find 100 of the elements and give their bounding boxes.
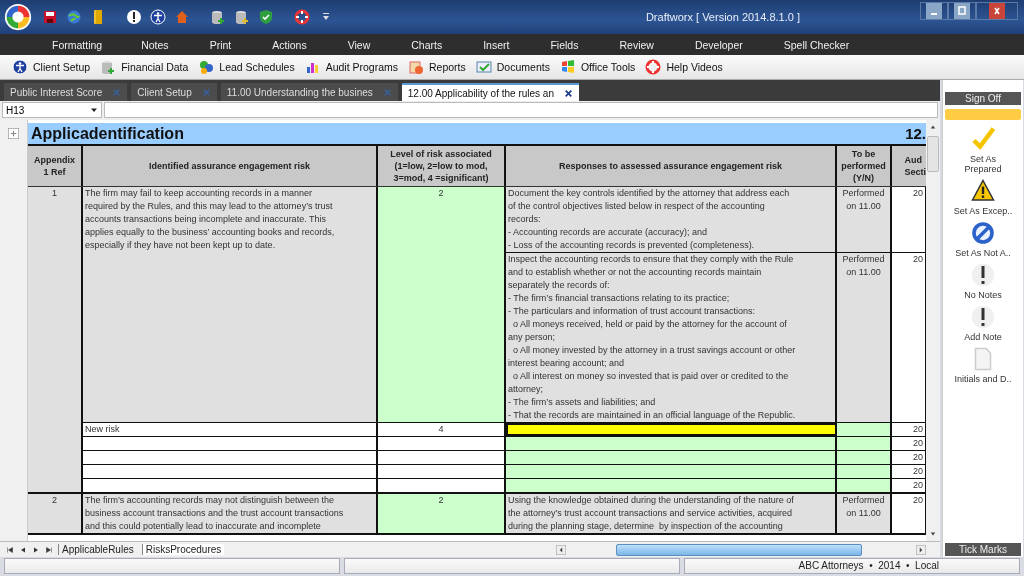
first-sheet-icon[interactable] [6, 545, 14, 554]
table-cell[interactable]: Document the key controls identified by the attorney that address each of the control objectives listed below in respect of the accounting records: - Accounting records are accurate (accuracy); and - Loss of the accounting records is prevented (completeness). [506, 187, 837, 252]
person-icon[interactable] [150, 9, 166, 25]
toolbar-button[interactable]: Office Tools [559, 59, 636, 75]
document-tab[interactable]: 12.00 Applicability of the rules an [401, 83, 579, 101]
panel-footer: Tick Marks [945, 543, 1021, 556]
minimize-button[interactable] [920, 2, 948, 20]
menu-item[interactable]: Developer [694, 38, 756, 51]
table-cell: 2 [378, 187, 506, 422]
table-cell[interactable]: Inspect the accounting records to ensure that they comply with the Rule and to establish whether or not the accounting records maintain separately the records of: - The firm’s financial transactions relating to its practice; - The particulars and information of trust account transactions: o All moneys received, held or paid by the attorney for the account of any person; o All money invested by the attorney in a trust savings account or other interest bearing account; and o All interest on money so invested that is paid over or credited to the attorney; - The firm’s assets and liabilities; and - That the records are maintained in an official language of the Republic. [506, 253, 837, 422]
sheet-title: Applicadentification [31, 124, 184, 143]
sign-off-action[interactable]: Add Note [943, 305, 1023, 342]
toolbar-button[interactable]: Financial Data [100, 59, 189, 75]
scroll-right-icon[interactable] [916, 544, 926, 555]
column-header: Aud Secti [903, 154, 926, 179]
table-cell[interactable] [506, 437, 837, 450]
toolbar-button[interactable]: Lead Schedules [198, 59, 295, 75]
table-cell: The firm’s accounting records may not distinguish between the business account transactions and the trust account transactions and this could potentially lead to inaccurate and incomplete [83, 494, 378, 533]
sheet-tab[interactable]: RisksProcedures [141, 544, 225, 555]
table-cell[interactable]: Using the knowledge obtained during the understanding of the nature of the attorney’s trust account transactions and service activities, acquired during the planning stage, determine by inspection of the accounting [506, 494, 837, 533]
close-icon [564, 88, 573, 98]
app-logo-icon[interactable] [4, 3, 32, 31]
globe-icon[interactable] [66, 9, 82, 25]
save-icon[interactable] [42, 9, 58, 25]
document-check-icon [475, 59, 492, 75]
scroll-thumb[interactable] [927, 136, 939, 172]
dropdown-icon [90, 106, 98, 114]
sign-off-action[interactable]: No Notes [943, 263, 1023, 300]
table-cell: 2 [28, 494, 83, 533]
toolbar-button[interactable]: Documents [475, 59, 550, 75]
expand-icon[interactable] [8, 128, 19, 139]
menu-item[interactable]: Review [619, 38, 667, 51]
scroll-down-icon[interactable] [929, 531, 937, 537]
vertical-scrollbar[interactable] [926, 120, 940, 541]
table-cell: Performed on 11.00 [837, 494, 892, 533]
exclamation-icon [971, 305, 995, 329]
table-cell: Performed on 11.00 [837, 187, 892, 252]
menu-item[interactable]: Spell Checker [783, 38, 863, 51]
toolbar-button[interactable]: Help Videos [645, 59, 723, 75]
toolbar-button[interactable]: Audit Programs [304, 59, 398, 75]
sheet-tab[interactable]: ApplicableRules [58, 544, 137, 555]
horizontal-scrollbar[interactable] [556, 543, 926, 556]
reports-icon [408, 59, 424, 75]
table-cell[interactable] [506, 451, 837, 464]
panel-header: Sign Off [945, 92, 1021, 105]
document-tab[interactable]: 11.00 Understanding the busines [220, 83, 398, 101]
exclamation-icon [971, 263, 995, 287]
database-icon [100, 59, 117, 75]
toolbar-button[interactable]: Client Setup [12, 59, 91, 75]
next-sheet-icon[interactable] [32, 545, 40, 554]
close-button[interactable] [976, 2, 1018, 20]
close-icon [382, 87, 392, 97]
shield-icon[interactable] [258, 9, 274, 25]
sign-off-action[interactable]: Set As Excep.. [943, 179, 1023, 216]
menu-item[interactable]: Fields [550, 38, 592, 51]
database-icon[interactable] [234, 9, 250, 25]
menu-item[interactable]: Charts [411, 38, 456, 51]
scroll-left-icon[interactable] [556, 544, 566, 555]
maximize-button[interactable] [948, 2, 976, 20]
table-cell: 1 [28, 187, 83, 492]
status-text: ABC Attorneys • 2014 • Local [684, 558, 1020, 574]
sign-off-action[interactable]: Set As Not A.. [943, 221, 1023, 258]
menu-item[interactable]: Insert [483, 38, 523, 51]
menu-item[interactable]: Print [209, 38, 245, 51]
windows-flag-icon [559, 59, 576, 75]
table-cell: New risk [83, 423, 378, 436]
sheet-number: 12. [905, 125, 926, 142]
menu-item[interactable]: Actions [272, 38, 320, 51]
toolbar-button[interactable]: Reports [408, 59, 466, 75]
sign-off-action[interactable]: Set As Prepared [943, 127, 1023, 174]
table-cell[interactable] [506, 423, 837, 436]
name-box[interactable]: H13 [2, 102, 102, 118]
menu-item[interactable]: Notes [141, 38, 182, 51]
menu-item[interactable]: View [347, 38, 384, 51]
document-tab[interactable]: Public Interest Score [4, 83, 128, 101]
prohibited-icon [971, 221, 995, 245]
check-icon [971, 127, 995, 151]
table-cell[interactable] [506, 465, 837, 478]
last-sheet-icon[interactable] [45, 545, 53, 554]
formula-field[interactable] [104, 102, 938, 118]
table-cell: The firm may fail to keep accounting records in a manner required by the Rules, and this may lead to the attorney’s trust accounts transactions being incomplete and inaccurate. This applies equally to the business’ accounting books and records, especially if they have not been kept up to date. [83, 187, 378, 422]
lifebuoy-icon [645, 59, 662, 75]
previous-sheet-icon[interactable] [19, 545, 27, 554]
close-icon [112, 87, 122, 97]
person-icon [12, 59, 28, 75]
table-cell: Performed on 11.00 [837, 253, 892, 422]
table-cell[interactable] [506, 479, 837, 492]
home-icon[interactable] [174, 9, 190, 25]
sign-off-action[interactable]: Initials and D.. [943, 347, 1023, 384]
table-cell: 2 [378, 494, 506, 533]
menu-item[interactable]: Formatting [52, 38, 116, 51]
exclamation-icon[interactable] [126, 9, 142, 25]
document-tab[interactable]: Client Setup [131, 83, 217, 101]
warning-icon [971, 179, 995, 203]
lifebuoy-icon[interactable] [294, 9, 310, 25]
scroll-up-icon[interactable] [929, 124, 937, 130]
database-icon[interactable] [210, 9, 226, 25]
close-icon [201, 87, 211, 97]
window-title: Draftworx [ Version 2014.8.1.0 ] [644, 11, 801, 23]
scroll-thumb[interactable] [616, 543, 862, 556]
